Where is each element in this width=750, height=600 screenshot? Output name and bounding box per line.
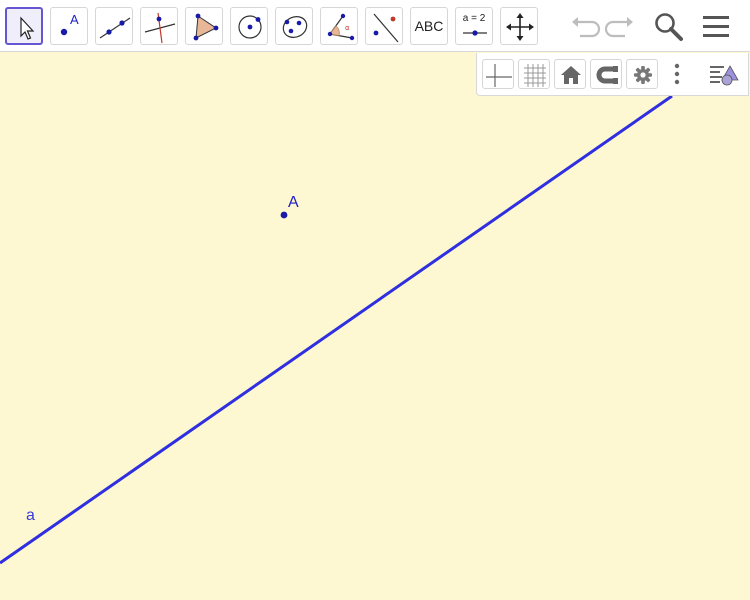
undo-icon [572, 17, 601, 38]
reflect-tool-button[interactable] [365, 7, 403, 45]
gear-icon [634, 66, 652, 84]
style-bar-toggle-button[interactable] [706, 59, 744, 89]
text-tool-label: ABC [414, 18, 444, 34]
search-icon [655, 13, 683, 41]
point-capturing-button[interactable] [590, 59, 622, 89]
slider-icon [463, 30, 487, 36]
graphics-settings-button[interactable] [626, 59, 658, 89]
redo-icon [604, 17, 633, 38]
home-icon [561, 66, 581, 84]
more-options-button[interactable] [670, 59, 684, 89]
grid-icon [524, 64, 546, 87]
line-a-label: a [26, 507, 35, 524]
move-graphics-view-icon [506, 13, 534, 41]
main-menu-button[interactable] [698, 8, 734, 44]
angle-icon: α [327, 13, 355, 41]
grid-toggle-button[interactable] [518, 59, 550, 89]
conic-icon [282, 16, 308, 38]
graphics-drawing [0, 94, 673, 565]
point-a-label: A [288, 194, 299, 211]
axes-icon [486, 64, 512, 87]
move-view-tool-button[interactable] [500, 7, 538, 45]
line-tool-button[interactable] [95, 7, 133, 45]
polygon-tool-button[interactable] [185, 7, 223, 45]
cursor-arrow-icon [20, 16, 35, 40]
svg-text:α: α [345, 24, 350, 32]
perpendicular-tool-button[interactable] [140, 7, 178, 45]
redo-button[interactable] [603, 8, 639, 44]
point-tool-label: A [70, 12, 79, 27]
perpendicular-line-icon [144, 12, 176, 44]
reflect-icon [373, 13, 399, 43]
line-a[interactable] [0, 94, 673, 565]
magnet-icon [596, 66, 618, 84]
text-tool-button[interactable]: ABC [410, 7, 448, 45]
more-vertical-icon [674, 63, 680, 85]
search-button[interactable] [650, 8, 686, 44]
axes-toggle-button[interactable] [482, 59, 514, 89]
toolbar: A α ABC a = 2 [0, 0, 750, 52]
standard-view-button[interactable] [554, 59, 586, 89]
slider-tool-button[interactable]: a = 2 [455, 7, 493, 45]
angle-tool-button[interactable]: α [320, 7, 358, 45]
style-bar-toggle-icon [710, 65, 739, 86]
point-a[interactable] [280, 211, 288, 219]
menu-icon [703, 16, 729, 37]
move-tool-button[interactable] [5, 7, 43, 45]
circle-center-point-icon [238, 15, 262, 39]
polygon-icon [193, 13, 219, 41]
line-through-points-icon [99, 17, 131, 39]
conic-tool-button[interactable] [275, 7, 313, 45]
graphics-view[interactable]: A a [0, 52, 750, 600]
undo-button[interactable] [566, 8, 602, 44]
point-tool-button[interactable]: A [50, 7, 88, 45]
style-bar [476, 53, 749, 96]
circle-tool-button[interactable] [230, 7, 268, 45]
